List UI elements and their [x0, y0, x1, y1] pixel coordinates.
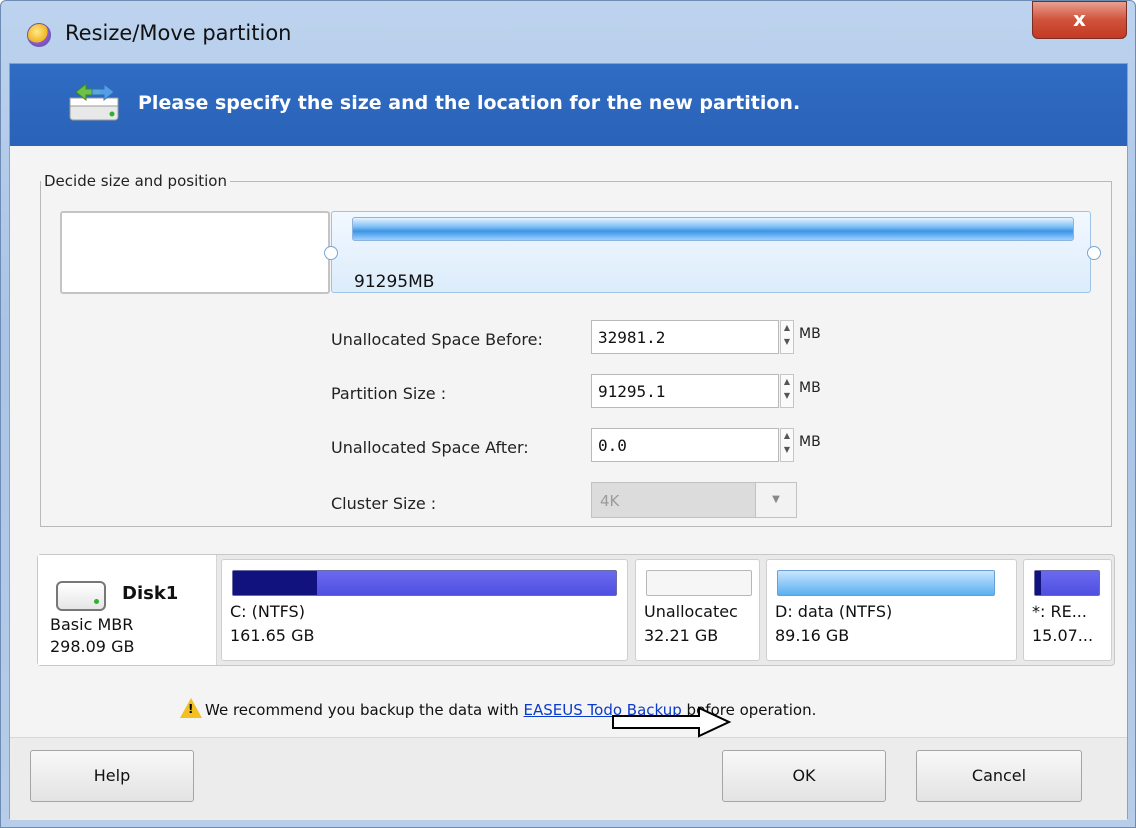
partition-c[interactable]: C: (NTFS) 161.65 GB — [221, 559, 628, 661]
disk-map: Disk1 Basic MBR 298.09 GB C: (NTFS) 161.… — [37, 554, 1115, 666]
partition-usage-fill — [1035, 571, 1042, 595]
partition-d[interactable]: D: data (NTFS) 89.16 GB — [766, 559, 1017, 661]
unallocated-after-spinner[interactable]: ▲ ▼ — [780, 428, 794, 462]
unit-label: MB — [799, 326, 821, 342]
partition-usage-fill — [233, 571, 318, 595]
cluster-size-value: 4K — [600, 492, 620, 510]
header-banner: Please specify the size and the location… — [10, 64, 1127, 146]
unallocated-before-label: Unallocated Space Before: — [331, 330, 543, 349]
dialog-client: Please specify the size and the location… — [9, 63, 1128, 820]
warning-icon: ! — [180, 698, 202, 718]
unallocated-before-region — [60, 211, 330, 294]
partition-recovery[interactable]: *: RE... 15.07... — [1023, 559, 1112, 661]
partition-unallocated[interactable]: Unallocatec 32.21 GB — [635, 559, 760, 661]
banner-text: Please specify the size and the location… — [138, 92, 801, 114]
partition-size: 89.16 GB — [775, 626, 850, 645]
warning-prefix: We recommend you backup the data with — [205, 701, 524, 719]
partition-usage-bar — [646, 570, 752, 596]
title-bar: Resize/Move partition x — [1, 1, 1135, 63]
unallocated-after-input[interactable]: 0.0 — [591, 428, 779, 462]
disk-name: Disk1 — [122, 583, 179, 604]
partition-name: D: data (NTFS) — [775, 602, 893, 621]
ok-button[interactable]: OK — [722, 750, 886, 802]
unit-label: MB — [799, 380, 821, 396]
partition-size-spinner[interactable]: ▲ ▼ — [780, 374, 794, 408]
partition-size-label: 91295MB — [354, 272, 435, 292]
button-bar: Help OK Cancel — [10, 737, 1127, 820]
group-legend: Decide size and position — [41, 172, 230, 190]
right-resize-handle[interactable] — [1087, 246, 1101, 260]
close-button[interactable]: x — [1032, 1, 1127, 39]
partition-size: 161.65 GB — [230, 626, 315, 645]
pointer-arrow-icon — [612, 706, 732, 738]
partition-usage-bar — [232, 570, 617, 596]
partition-map[interactable]: 91295MB — [331, 211, 1091, 293]
partition-name: *: RE... — [1032, 602, 1087, 621]
partition-size: 15.07... — [1032, 626, 1094, 645]
unallocated-before-input[interactable]: 32981.2 — [591, 320, 779, 354]
unallocated-before-spinner[interactable]: ▲ ▼ — [780, 320, 794, 354]
unallocated-after-label: Unallocated Space After: — [331, 438, 529, 457]
partition-size: 32.21 GB — [644, 626, 719, 645]
left-resize-handle[interactable] — [324, 246, 338, 260]
unit-label: MB — [799, 434, 821, 450]
cluster-size-select[interactable]: 4K ▼ — [591, 482, 797, 518]
partition-size-input[interactable]: 91295.1 — [591, 374, 779, 408]
chevron-down-icon[interactable]: ▼ — [755, 483, 796, 517]
hard-disk-icon — [56, 581, 106, 611]
window-title: Resize/Move partition — [65, 21, 292, 45]
partition-name: Unallocatec — [644, 602, 738, 621]
disk-type: Basic MBR — [50, 615, 134, 634]
partition-move-icon — [69, 82, 119, 121]
help-button[interactable]: Help — [30, 750, 194, 802]
cancel-button[interactable]: Cancel — [916, 750, 1082, 802]
dialog-window: Resize/Move partition x Please specify t… — [0, 0, 1136, 828]
partition-usage-bar — [777, 570, 995, 596]
app-icon — [27, 23, 51, 47]
partition-usage-bar — [1034, 570, 1100, 596]
partition-bar[interactable] — [352, 217, 1074, 241]
disk-info[interactable]: Disk1 Basic MBR 298.09 GB — [38, 555, 217, 665]
partition-name: C: (NTFS) — [230, 602, 305, 621]
disk-size: 298.09 GB — [50, 637, 135, 656]
size-position-group: Decide size and position 91295MB Unalloc… — [40, 172, 1112, 527]
cluster-size-label: Cluster Size : — [331, 494, 437, 513]
partition-size-field-label: Partition Size : — [331, 384, 447, 403]
